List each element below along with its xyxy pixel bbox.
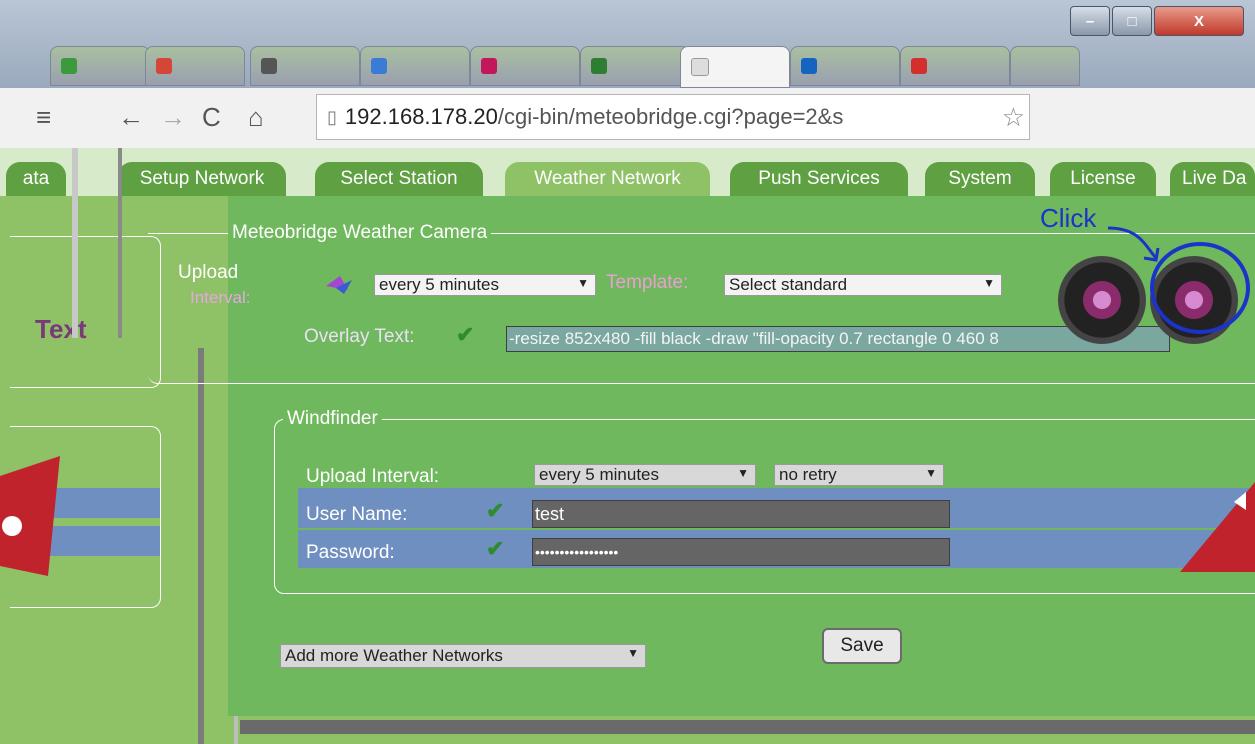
tab-weather-network[interactable]: Weather Network bbox=[505, 162, 710, 196]
page-content: ata Setup Network Select Station Weather… bbox=[0, 148, 1255, 744]
save-button[interactable]: Save bbox=[822, 628, 902, 664]
address-bar[interactable]: ▯ 192.168.178.20/cgi-bin/meteobridge.cgi… bbox=[316, 94, 1030, 140]
minimize-button[interactable]: – bbox=[1070, 6, 1110, 36]
google-plus-icon bbox=[911, 58, 927, 74]
template-label: Template: bbox=[606, 272, 689, 293]
interval-label: Interval: bbox=[190, 288, 251, 307]
tab-live-data[interactable]: Live Da bbox=[1170, 162, 1255, 196]
tab-bar: ata Setup Network Select Station Weather… bbox=[0, 148, 1255, 196]
tab-select-station[interactable]: Select Station bbox=[315, 162, 483, 196]
overlay-label: Overlay Text: bbox=[304, 326, 415, 347]
template-select[interactable]: Select standard ▼ bbox=[724, 274, 1002, 296]
tab-favicon-icon bbox=[371, 58, 387, 74]
url-text: 192.168.178.20/cgi-bin/meteobridge.cgi?p… bbox=[344, 104, 844, 129]
checkmark-icon: ✔ bbox=[486, 536, 505, 561]
page-icon: ▯ bbox=[327, 106, 337, 127]
windfinder-interval-select[interactable]: every 5 minutes ▼ bbox=[534, 464, 756, 486]
browser-tab[interactable] bbox=[145, 46, 245, 86]
upload-interval-label: Upload Interval: bbox=[306, 466, 440, 487]
browser-toolbar: ≡ ← → C ⌂ ▯ 192.168.178.20/cgi-bin/meteo… bbox=[0, 88, 1255, 149]
browser-tab-active[interactable] bbox=[680, 46, 790, 88]
close-button[interactable]: X bbox=[1154, 6, 1244, 36]
browser-titlebar: – □ X bbox=[0, 0, 1255, 88]
windfinder-legend: Windfinder bbox=[287, 408, 378, 429]
bottom-scrollbar[interactable] bbox=[240, 720, 1255, 734]
windfinder-logo-icon bbox=[1180, 482, 1255, 572]
tab-favicon-icon bbox=[591, 58, 607, 74]
menu-icon[interactable]: ≡ bbox=[36, 102, 51, 132]
maximize-button[interactable]: □ bbox=[1112, 6, 1152, 36]
tab-favicon-icon bbox=[61, 58, 77, 74]
tab-setup-network[interactable]: Setup Network bbox=[118, 162, 286, 196]
tab-favicon-icon bbox=[481, 58, 497, 74]
camera-service-icon bbox=[326, 276, 352, 294]
password-input[interactable]: ••••••••••••••••• bbox=[532, 538, 950, 566]
browser-tab-strip bbox=[20, 46, 1250, 88]
annotation-arrow-icon bbox=[1107, 226, 1250, 334]
browser-tab[interactable] bbox=[470, 46, 580, 86]
back-icon[interactable]: ← bbox=[118, 102, 144, 132]
browser-tab[interactable] bbox=[250, 46, 360, 86]
browser-tab[interactable] bbox=[790, 46, 900, 86]
checkmark-icon: ✔ bbox=[486, 498, 505, 523]
gmail-icon bbox=[156, 58, 172, 74]
browser-tab[interactable] bbox=[50, 46, 150, 86]
user-name-input[interactable]: test bbox=[532, 500, 950, 528]
page-icon bbox=[691, 58, 709, 76]
tab-system[interactable]: System bbox=[925, 162, 1035, 196]
bookmark-star-icon[interactable]: ☆ bbox=[1002, 102, 1025, 133]
tab-favicon-icon bbox=[801, 58, 817, 74]
window-edge bbox=[72, 148, 122, 338]
tab-push-services[interactable]: Push Services bbox=[730, 162, 908, 196]
password-label: Password: bbox=[306, 542, 395, 563]
checkmark-icon: ✔ bbox=[456, 322, 475, 347]
tab-data[interactable]: ata bbox=[6, 162, 66, 196]
forward-icon[interactable]: → bbox=[160, 102, 186, 132]
user-name-label: User Name: bbox=[306, 504, 408, 525]
camera-legend: Meteobridge Weather Camera bbox=[232, 222, 488, 243]
browser-tab[interactable] bbox=[580, 46, 690, 86]
home-icon[interactable]: ⌂ bbox=[248, 102, 264, 132]
reload-icon[interactable]: C bbox=[202, 102, 221, 132]
upload-label: Upload bbox=[178, 262, 239, 283]
browser-tab[interactable] bbox=[900, 46, 1010, 86]
annotation-click-text: Click bbox=[1040, 203, 1097, 233]
new-tab-button[interactable] bbox=[1010, 46, 1080, 86]
add-networks-select[interactable]: Add more Weather Networks ▼ bbox=[280, 644, 646, 668]
windfinder-logo-icon bbox=[0, 456, 60, 576]
tab-favicon-icon bbox=[261, 58, 277, 74]
camera-interval-select[interactable]: every 5 minutes ▼ bbox=[374, 274, 596, 296]
retry-select[interactable]: no retry ▼ bbox=[774, 464, 944, 486]
browser-tab[interactable] bbox=[360, 46, 470, 86]
tab-license[interactable]: License bbox=[1050, 162, 1156, 196]
